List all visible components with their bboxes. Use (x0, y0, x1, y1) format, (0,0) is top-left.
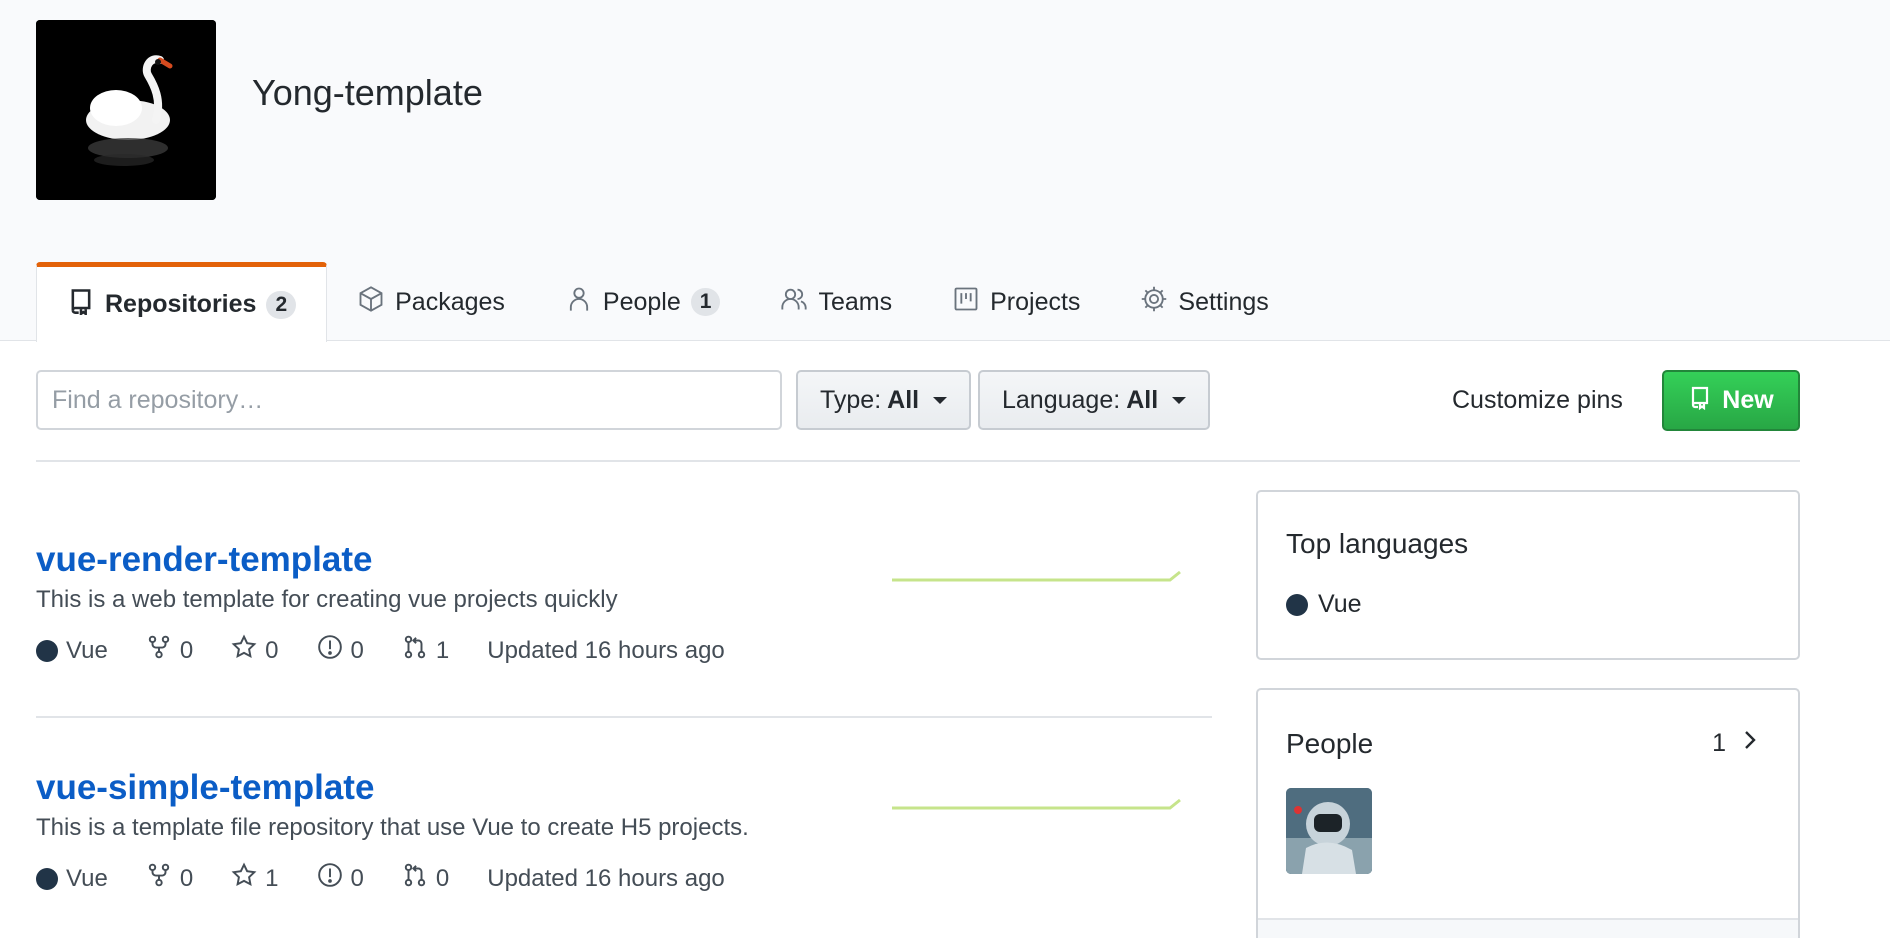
issues-link[interactable]: 0 (317, 634, 364, 667)
language-color-dot (36, 639, 58, 662)
issue-icon (317, 634, 343, 667)
type-filter-label: Type: (820, 385, 882, 414)
stars-link[interactable]: 0 (231, 634, 279, 667)
pulls-link[interactable]: 0 (402, 862, 449, 895)
fork-count: 0 (179, 864, 194, 892)
project-icon (952, 285, 980, 320)
activity-sparkline (892, 798, 1181, 810)
people-box-footer (1258, 918, 1798, 938)
pull-count: 1 (435, 636, 450, 664)
type-filter-button[interactable]: Type: All (796, 370, 972, 430)
repo-description: This is a template file repository that … (36, 814, 749, 841)
repo-language: Vue (36, 637, 108, 665)
repo-separator (36, 716, 1212, 718)
forks-link[interactable]: 0 (146, 862, 193, 895)
repo-search-input[interactable] (36, 370, 782, 430)
chevron-right-icon (1742, 728, 1758, 759)
language-filter-button[interactable]: Language: All (978, 370, 1211, 430)
people-icon (780, 285, 808, 320)
gear-icon (1140, 285, 1168, 320)
tab-label: Settings (1178, 287, 1269, 316)
tab-settings[interactable]: Settings (1110, 262, 1298, 342)
language-filter-label: Language: (1002, 385, 1121, 414)
issues-link[interactable]: 0 (317, 862, 364, 895)
top-languages-box: Top languages Vue (1256, 490, 1800, 660)
people-count-link[interactable]: 1 (1712, 728, 1758, 759)
repo-icon (1688, 384, 1712, 417)
people-box: People 1 (1256, 688, 1800, 938)
people-count: 1 (1712, 729, 1726, 757)
repo-description: This is a web template for creating vue … (36, 586, 618, 613)
language-color-dot (1286, 593, 1308, 616)
tab-label: Repositories (105, 290, 257, 318)
forks-link[interactable]: 0 (146, 634, 193, 667)
repo-meta: Vue 0 0 0 1 Updated 16 hours ago (36, 634, 1212, 667)
repo-meta: Vue 0 1 0 0 Updated 16 hours ago (36, 862, 1212, 895)
top-languages-title: Top languages (1286, 528, 1469, 559)
star-count: 0 (265, 636, 279, 664)
stars-link[interactable]: 1 (231, 862, 279, 895)
caret-down-icon (933, 396, 948, 404)
org-avatar[interactable] (36, 20, 216, 200)
star-icon (231, 634, 257, 667)
people-count-badge: 1 (690, 288, 721, 316)
tab-people[interactable]: People 1 (535, 262, 751, 342)
tab-repositories[interactable]: Repositories 2 (36, 262, 328, 342)
language-name: Vue (66, 636, 108, 664)
star-icon (231, 862, 257, 895)
repo-toolbar: Type: All Language: All Customize pins N… (36, 370, 1800, 431)
tab-label: People (602, 287, 681, 316)
org-header: Yong-template Repositories 2 Packages Pe… (0, 0, 1890, 342)
astronaut-avatar-image (1286, 788, 1372, 874)
updated-time: Updated 16 hours ago (487, 636, 725, 664)
new-repo-button[interactable]: New (1662, 370, 1800, 431)
fork-icon (146, 634, 172, 667)
pull-count: 0 (435, 864, 450, 892)
top-language-name: Vue (1318, 590, 1362, 618)
pull-request-icon (402, 862, 428, 895)
fork-count: 0 (179, 636, 194, 664)
caret-down-icon (1172, 396, 1187, 404)
new-button-label: New (1722, 386, 1774, 414)
org-name: Yong-template (252, 72, 483, 113)
type-filter-value: All (887, 385, 920, 414)
fork-icon (146, 862, 172, 895)
customize-pins-link[interactable]: Customize pins (1452, 386, 1623, 415)
repo-list-item: vue-simple-template This is a template f… (36, 768, 1212, 895)
package-icon (357, 285, 385, 320)
top-language-item[interactable]: Vue (1286, 590, 1362, 619)
language-color-dot (36, 867, 58, 890)
pulls-link[interactable]: 1 (402, 634, 449, 667)
swan-image (36, 20, 216, 200)
star-count: 1 (265, 864, 279, 892)
issue-count: 0 (350, 636, 364, 664)
repo-language: Vue (36, 865, 108, 893)
issue-count: 0 (350, 864, 364, 892)
toolbar-divider (36, 460, 1800, 462)
member-avatar[interactable] (1286, 788, 1372, 874)
org-nav-tabs: Repositories 2 Packages People 1 Teams P… (36, 262, 1299, 342)
issue-icon (317, 862, 343, 895)
activity-sparkline (892, 570, 1181, 582)
tab-label: Teams (818, 287, 893, 316)
repo-icon (67, 287, 95, 322)
updated-time: Updated 16 hours ago (487, 864, 725, 892)
tab-projects[interactable]: Projects (922, 262, 1110, 342)
tab-label: Packages (395, 287, 505, 316)
language-filter-value: All (1126, 385, 1159, 414)
pull-request-icon (402, 634, 428, 667)
repo-count-badge: 2 (266, 290, 297, 319)
tab-packages[interactable]: Packages (327, 262, 535, 342)
tab-label: Projects (990, 287, 1081, 316)
people-title: People (1286, 728, 1374, 759)
repo-list-item: vue-render-template This is a web templa… (36, 540, 1212, 667)
language-name: Vue (66, 864, 108, 892)
person-icon (565, 285, 593, 320)
tab-teams[interactable]: Teams (750, 262, 922, 342)
